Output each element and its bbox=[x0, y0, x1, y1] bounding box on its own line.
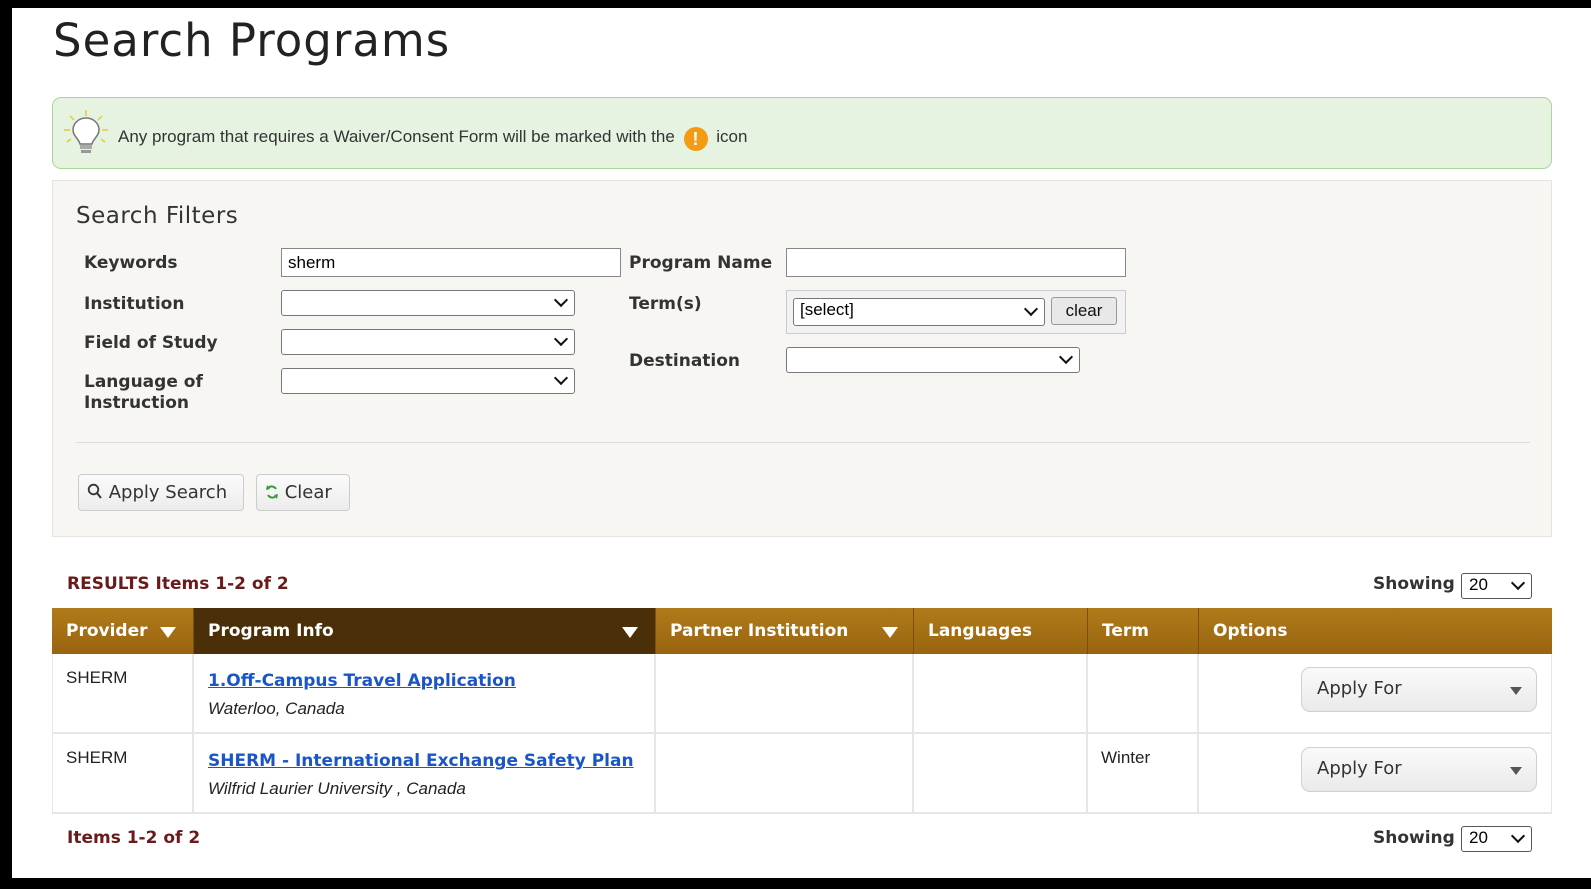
column-header-provider[interactable]: Provider bbox=[52, 608, 194, 654]
filters-divider bbox=[76, 442, 1530, 443]
search-icon bbox=[87, 482, 109, 503]
column-header-program-info[interactable]: Program Info bbox=[194, 608, 656, 654]
warning-icon: ! bbox=[683, 127, 708, 151]
language-select[interactable] bbox=[281, 368, 575, 394]
sort-down-icon bbox=[160, 627, 176, 638]
language-label: Language of Instruction bbox=[84, 372, 203, 413]
term-cell: Winter bbox=[1101, 748, 1151, 767]
footer-summary: Items 1-2 of 2 bbox=[67, 828, 201, 848]
institution-label: Institution bbox=[84, 294, 185, 314]
provider-cell: SHERM bbox=[66, 748, 128, 767]
terms-label: Term(s) bbox=[629, 294, 702, 314]
apply-for-button[interactable]: Apply For bbox=[1301, 747, 1537, 792]
terms-clear-button[interactable]: clear bbox=[1051, 297, 1117, 325]
sort-down-icon bbox=[882, 627, 898, 638]
page-size-select[interactable]: 20 bbox=[1461, 573, 1532, 599]
column-header-partner-institution[interactable]: Partner Institution bbox=[656, 608, 914, 654]
results-summary: RESULTS Items 1-2 of 2 bbox=[67, 574, 289, 594]
footer-showing-label: Showing bbox=[1373, 828, 1455, 848]
institution-select[interactable] bbox=[281, 290, 575, 316]
footer-page-size-select[interactable]: 20 bbox=[1461, 826, 1532, 852]
keywords-input[interactable] bbox=[281, 248, 621, 277]
page-title: Search Programs bbox=[53, 14, 451, 67]
apply-search-button[interactable]: Apply Search bbox=[78, 474, 244, 511]
program-name-input[interactable] bbox=[786, 248, 1126, 277]
program-link[interactable]: 1.Off-Campus Travel Application bbox=[208, 671, 516, 691]
column-header-languages: Languages bbox=[914, 608, 1088, 654]
partner-cell bbox=[656, 734, 914, 812]
apply-for-button[interactable]: Apply For bbox=[1301, 667, 1537, 712]
lightbulb-icon bbox=[61, 108, 111, 163]
partner-cell bbox=[656, 654, 914, 732]
page: Search Programs Any program that require… bbox=[12, 8, 1591, 878]
table-row: SHERM 1.Off-Campus Travel Application Wa… bbox=[52, 654, 1552, 734]
program-link[interactable]: SHERM - International Exchange Safety Pl… bbox=[208, 751, 634, 771]
terms-control: [select] clear bbox=[786, 290, 1126, 334]
filters-heading: Search Filters bbox=[76, 203, 239, 229]
column-header-options: Options bbox=[1213, 621, 1288, 641]
table-row: SHERM SHERM - International Exchange Saf… bbox=[52, 734, 1552, 814]
caret-down-icon bbox=[1510, 767, 1522, 775]
terms-select[interactable]: [select] bbox=[793, 298, 1045, 326]
waiver-notice: Any program that requires a Waiver/Conse… bbox=[52, 97, 1552, 169]
table-header: Provider Program Info Partner Institutio… bbox=[52, 608, 1552, 654]
field-of-study-select[interactable] bbox=[281, 329, 575, 355]
languages-cell bbox=[914, 654, 1088, 732]
program-name-label: Program Name bbox=[629, 253, 773, 273]
notice-text-end: icon bbox=[716, 127, 748, 146]
chevron-down-icon bbox=[1510, 828, 1526, 844]
chevron-down-icon bbox=[553, 370, 569, 386]
field-of-study-label: Field of Study bbox=[84, 333, 218, 353]
search-filters-panel: Search Filters Keywords Program Name Ins… bbox=[52, 180, 1552, 537]
chevron-down-icon bbox=[553, 331, 569, 347]
caret-down-icon bbox=[1510, 687, 1522, 695]
chevron-down-icon bbox=[1023, 301, 1039, 317]
chevron-down-icon bbox=[1058, 349, 1074, 365]
column-header-term: Term bbox=[1088, 608, 1199, 654]
keywords-label: Keywords bbox=[84, 253, 178, 273]
clear-filters-button[interactable]: Clear bbox=[256, 474, 350, 511]
destination-label: Destination bbox=[629, 351, 741, 371]
program-location: Wilfrid Laurier University , Canada bbox=[208, 779, 466, 798]
languages-cell bbox=[914, 734, 1088, 812]
notice-text: Any program that requires a Waiver/Conse… bbox=[118, 127, 675, 146]
showing-label: Showing bbox=[1373, 574, 1455, 594]
chevron-down-icon bbox=[1510, 575, 1526, 591]
program-location: Waterloo, Canada bbox=[208, 699, 345, 718]
destination-select[interactable] bbox=[786, 347, 1080, 373]
provider-cell: SHERM bbox=[66, 668, 128, 687]
chevron-down-icon bbox=[553, 292, 569, 308]
refresh-icon bbox=[265, 482, 285, 503]
sort-down-icon bbox=[622, 627, 638, 638]
